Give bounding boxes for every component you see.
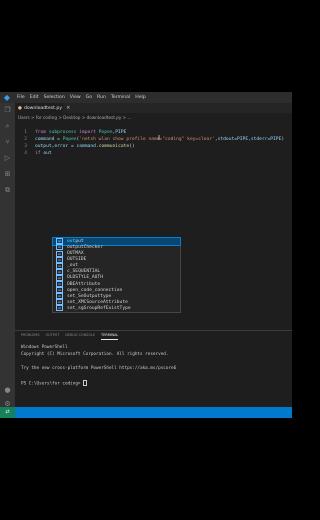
terminal-line: Copyright (C) Microsoft Corporation. All… [21,352,169,357]
code-editor[interactable]: 1 2 3 4 from subprocess import Popen,PIP… [15,121,292,347]
menu-file[interactable]: File [17,95,25,100]
tab-output[interactable]: OUTPUT [46,331,60,340]
menu-terminal[interactable]: Terminal [111,95,130,100]
mouse-pointer-icon: I [158,134,161,142]
editor-tab[interactable]: ● downloadtest.py × [15,103,70,113]
explorer-icon[interactable]: ❐ [3,106,12,115]
terminal-prompt: PS C:\Users\for coding> [21,381,81,387]
python-icon: ● [18,105,22,111]
code-token: PIPE [237,137,249,142]
suggestion-item[interactable]: ab set_sgGroupRefExistType [53,305,180,312]
code-token: out [43,151,52,156]
status-bar: ⇄ [0,407,292,418]
code-token: import [79,130,99,135]
code-token: Popen [98,130,113,135]
suggestion-label: set_sgGroupRefExistType [67,306,131,311]
panel-tabs: PROBLEMS OUTPUT DEBUG CONSOLE TERMINAL [15,331,292,340]
menu-edit[interactable]: Edit [30,95,39,100]
code-token: command [35,137,58,142]
vscode-logo-icon: ◆ [3,92,11,102]
remote-status-icon[interactable]: ⇄ [0,407,15,418]
line-number: 3 [24,144,27,149]
close-icon[interactable]: × [66,105,70,111]
terminal-line: Windows PowerShell [21,345,68,350]
code-token: error [54,144,71,149]
code-token: PIPE [270,137,282,142]
breadcrumb-path[interactable]: Users > for coding > Desktop > downloadt… [18,115,132,120]
menu-run[interactable]: Run [97,95,106,100]
code-token: output [35,144,52,149]
code-token: ) [281,137,285,142]
terminal-line: Try the new cross-platform PowerShell ht… [21,366,177,371]
code-token: subprocess [48,130,80,135]
remote-icon[interactable]: ⧉ [3,186,12,195]
line-number: 4 [24,151,27,156]
symbol-kind-icon: ab [56,305,63,312]
accounts-icon[interactable]: ● [3,386,12,395]
tab-terminal[interactable]: TERMINAL [101,331,119,340]
run-debug-icon[interactable]: ▷ [3,154,12,163]
activity-bar: ❐ ⌕ ⑂ ▷ ⊞ ⧉ ● ⚙ [0,103,15,418]
extensions-icon[interactable]: ⊞ [3,170,12,179]
breadcrumb: Users > for coding > Desktop > downloadt… [15,113,292,121]
tab-filename: downloadtest.py [23,105,63,111]
tab-problems[interactable]: PROBLEMS [21,331,40,340]
code-line: output,error = command.communicate() [35,144,135,150]
autocomplete-suggestions: ab output ab outputChecker ab OUTMAX ab OUTSIDE… [52,237,181,313]
vscode-window: ◆ File Edit Selection View Go Run Termin… [0,92,292,418]
menu-help[interactable]: Help [135,95,145,100]
code-token: from [35,130,49,135]
source-control-icon[interactable]: ⑂ [3,138,12,147]
terminal-cursor [83,380,88,386]
code-token: Popen [62,137,77,142]
code-token: command [76,144,96,149]
menu-selection[interactable]: Selection [44,95,65,100]
menu-bar: ◆ File Edit Selection View Go Run Termin… [0,92,292,103]
code-line: from subprocess import Popen,PIPE [35,130,126,136]
tab-bar: ● downloadtest.py × [15,103,292,113]
terminal-prompt-line: PS C:\Users\for coding> [21,380,88,387]
tab-debug-console[interactable]: DEBUG CONSOLE [65,331,95,340]
code-token: PIPE [115,130,127,135]
code-token: stderr [250,137,268,142]
suggestion-rest: set_sgGroupRefExistType [67,305,131,311]
line-number: 2 [24,137,27,142]
code-line: if out [35,151,52,157]
line-number: 1 [24,130,27,135]
code-token: stdout [217,137,235,142]
bottom-panel: PROBLEMS OUTPUT DEBUG CONSOLE TERMINAL W… [15,330,292,408]
menu-view[interactable]: View [70,95,81,100]
search-icon[interactable]: ⌕ [3,122,12,131]
code-token: 'netsh wlan show profile name="coding" k… [79,137,215,142]
code-token: communicate [98,144,130,149]
code-token: () [129,144,135,149]
menu-go[interactable]: Go [86,95,92,100]
